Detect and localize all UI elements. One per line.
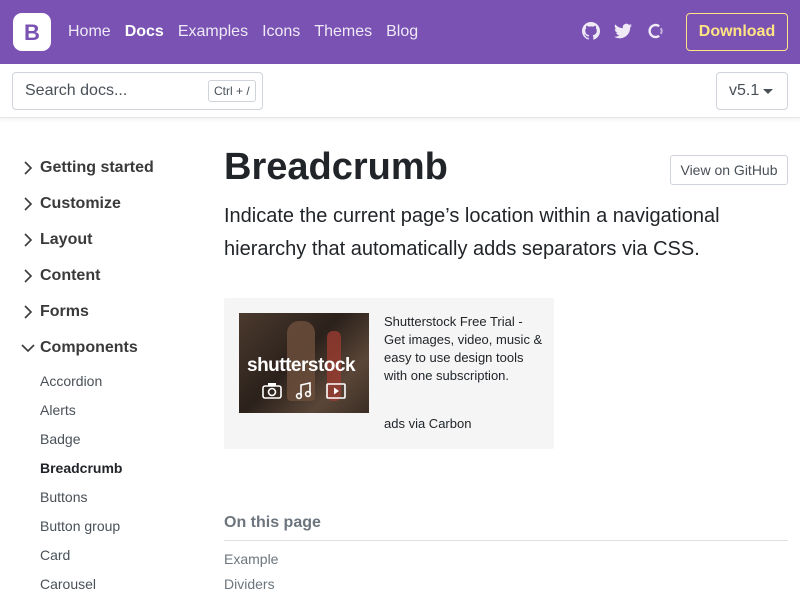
- caret-down-icon: [763, 89, 773, 94]
- top-navbar: B Home Docs Examples Icons Themes Blog D…: [0, 0, 800, 64]
- sidebar-section-label: Components: [40, 339, 138, 356]
- svg-text:B: B: [24, 20, 40, 45]
- sidebar-section-components[interactable]: Components: [20, 330, 200, 366]
- sidebar-section-label: Customize: [40, 195, 121, 212]
- github-icon[interactable]: [582, 22, 601, 40]
- view-on-github-button[interactable]: View on GitHub: [670, 155, 788, 185]
- download-button[interactable]: Download: [686, 13, 788, 51]
- version-dropdown[interactable]: v5.1: [716, 72, 788, 110]
- sidebar-item-badge[interactable]: Badge: [20, 424, 200, 453]
- sidebar-section-layout[interactable]: Layout: [20, 222, 200, 258]
- chevron-right-icon: [20, 196, 36, 212]
- twitter-icon[interactable]: [614, 22, 632, 40]
- music-note-icon: [293, 381, 315, 401]
- nav-link-home[interactable]: Home: [68, 23, 111, 41]
- sidebar-item-alerts[interactable]: Alerts: [20, 395, 200, 424]
- sidebar-item-breadcrumb[interactable]: Breadcrumb: [20, 453, 200, 482]
- chevron-right-icon: [20, 268, 36, 284]
- search-shortcut-hint: Ctrl + /: [208, 80, 256, 102]
- ad-image[interactable]: shutterstock: [239, 313, 369, 413]
- opencollective-icon[interactable]: [646, 22, 664, 40]
- sidebar-section-label: Forms: [40, 303, 89, 320]
- toc-link-example[interactable]: Example: [224, 551, 278, 567]
- nav-link-themes[interactable]: Themes: [314, 23, 372, 41]
- nav-link-docs[interactable]: Docs: [125, 23, 164, 41]
- chevron-right-icon: [20, 304, 36, 320]
- sidebar-section-customize[interactable]: Customize: [20, 186, 200, 222]
- sidebar-section-label: Content: [40, 267, 101, 284]
- play-icon: [325, 381, 347, 401]
- ad-via-carbon[interactable]: ads via Carbon: [384, 416, 471, 431]
- nav-link-icons[interactable]: Icons: [262, 23, 300, 41]
- sidebar-item-button-group[interactable]: Button group: [20, 511, 200, 540]
- toc-link-dividers[interactable]: Dividers: [224, 576, 275, 592]
- sidebar-item-carousel[interactable]: Carousel: [20, 569, 200, 598]
- chevron-right-icon: [20, 232, 36, 248]
- sidebar-item-buttons[interactable]: Buttons: [20, 482, 200, 511]
- camera-icon: [261, 381, 283, 401]
- docs-sidebar: Getting started Customize Layout Content…: [20, 150, 200, 598]
- page-title: Breadcrumb: [224, 146, 448, 188]
- search-box[interactable]: Ctrl + /: [12, 72, 263, 110]
- shutterstock-logo: shutterstock: [247, 355, 356, 376]
- carbon-ad[interactable]: shutterstock Shutterstock Free Trial - G…: [224, 298, 554, 449]
- chevron-right-icon: [20, 160, 36, 176]
- nav-link-examples[interactable]: Examples: [178, 23, 248, 41]
- sidebar-section-forms[interactable]: Forms: [20, 294, 200, 330]
- search-input[interactable]: [13, 73, 203, 109]
- version-label: v5.1: [729, 82, 760, 99]
- docs-subnav: Ctrl + / v5.1: [0, 64, 800, 118]
- sidebar-section-label: Layout: [40, 231, 93, 248]
- sidebar-section-content[interactable]: Content: [20, 258, 200, 294]
- sidebar-section-label: Getting started: [40, 159, 154, 176]
- page-lead: Indicate the current page’s location wit…: [224, 205, 720, 260]
- nav-link-blog[interactable]: Blog: [386, 23, 418, 41]
- main-nav: Home Docs Examples Icons Themes Blog: [68, 0, 432, 64]
- ad-text[interactable]: Shutterstock Free Trial - Get images, vi…: [384, 313, 544, 385]
- bootstrap-logo[interactable]: B: [12, 12, 52, 52]
- sidebar-item-card[interactable]: Card: [20, 540, 200, 569]
- sidebar-section-getting-started[interactable]: Getting started: [20, 150, 200, 186]
- on-this-page-heading: On this page: [224, 514, 321, 531]
- chevron-down-icon: [20, 340, 36, 356]
- sidebar-item-accordion[interactable]: Accordion: [20, 366, 200, 395]
- toc-divider: [224, 540, 788, 541]
